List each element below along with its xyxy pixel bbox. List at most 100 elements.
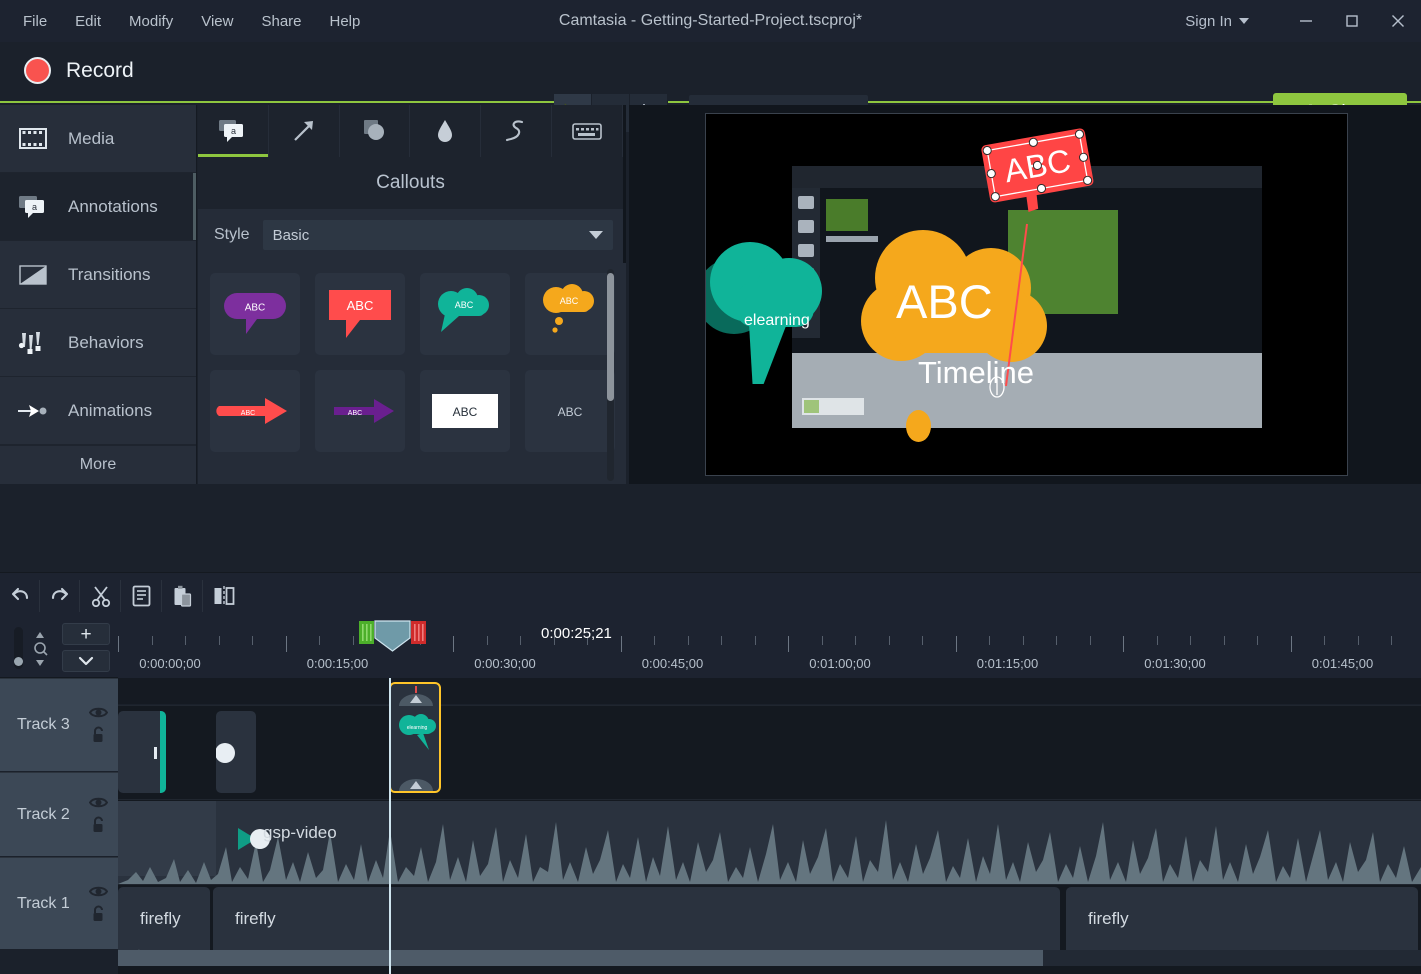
ruler-tick	[520, 636, 521, 645]
ruler-tick	[152, 636, 153, 645]
panel-scrollbar-thumb[interactable]	[607, 273, 614, 401]
style-select[interactable]: Basic	[263, 220, 613, 250]
canvas-label-elearning: elearning	[744, 312, 810, 330]
ruler-tick	[319, 636, 320, 645]
title-bar: File Edit Modify View Share Help Camtasi…	[0, 0, 1421, 42]
ruler-tick	[1358, 636, 1359, 645]
preview-canvas[interactable]: elearning ABC	[705, 113, 1348, 476]
callout-arrow-red[interactable]: ABC	[210, 370, 300, 452]
callout-icon: a	[218, 119, 248, 143]
clip-animation-marker[interactable]	[216, 711, 256, 793]
callout-box-white[interactable]: ABC	[420, 370, 510, 452]
split-button[interactable]	[204, 580, 244, 612]
menu-item-edit[interactable]: Edit	[62, 7, 114, 36]
menu-item-view[interactable]: View	[188, 7, 246, 36]
unlocked-padlock-icon[interactable]	[91, 905, 106, 923]
ruler-label: 0:00:15;00	[307, 656, 368, 671]
track-header-track1[interactable]: Track 1	[0, 857, 118, 949]
sidebar-item-annotations[interactable]: a Annotations	[0, 173, 196, 241]
paste-button[interactable]	[163, 580, 203, 612]
track-height-slider-knob[interactable]	[14, 657, 23, 666]
copy-button[interactable]	[122, 580, 162, 612]
tab-arrows[interactable]	[269, 105, 340, 157]
sidebar-item-animations[interactable]: Animations	[0, 377, 196, 445]
track-lane-3[interactable]: elearning	[118, 705, 1421, 799]
ruler-tick	[353, 636, 354, 645]
tab-callouts[interactable]: a	[198, 105, 269, 157]
record-button[interactable]: Record	[12, 52, 146, 89]
sign-in-button[interactable]: Sign In	[1175, 7, 1259, 36]
sidebar-item-label: Media	[68, 129, 114, 149]
callout-rounded-purple[interactable]: ABC	[210, 273, 300, 355]
minimize-button[interactable]	[1283, 0, 1329, 42]
playhead-marker[interactable]	[359, 620, 427, 657]
svg-text:ABC: ABC	[560, 296, 579, 306]
annotation-tabs: a	[198, 105, 623, 157]
undo-button[interactable]	[0, 580, 40, 612]
unlocked-padlock-icon[interactable]	[91, 816, 106, 834]
menu-item-help[interactable]: Help	[317, 7, 374, 36]
playhead-time-label: 0:00:25;21	[541, 625, 612, 642]
tab-blur[interactable]	[410, 105, 481, 157]
eye-icon[interactable]	[89, 796, 108, 809]
ruler-tick	[822, 636, 823, 645]
sidebar-item-behaviors[interactable]: Behaviors	[0, 309, 196, 377]
track-name: Track 2	[0, 806, 70, 824]
track-options-button[interactable]	[62, 650, 110, 672]
menu-item-share[interactable]: Share	[248, 7, 314, 36]
callout-cloud-teal[interactable]: ABC	[420, 273, 510, 355]
canvas-text-cursor-icon	[988, 376, 1006, 398]
timeline-body[interactable]: elearning gsp-video	[118, 678, 1421, 974]
ruler-tick	[688, 636, 689, 645]
timeline-hscrollbar-thumb[interactable]	[118, 950, 1043, 966]
eye-icon[interactable]	[89, 706, 108, 719]
clip-transition-teal[interactable]	[118, 711, 166, 793]
timeline-ruler[interactable]: 0:00:00;000:00:15;000:00:30;000:00:45;00…	[118, 618, 1421, 678]
keyboard-icon	[572, 122, 602, 141]
add-track-button[interactable]: +	[62, 623, 110, 645]
redo-button[interactable]	[40, 580, 80, 612]
callout-thought-gold[interactable]: ABC	[525, 273, 615, 355]
clip-label: firefly	[235, 909, 276, 929]
sidebar-more-button[interactable]: More	[0, 445, 196, 484]
ruler-tick	[654, 636, 655, 645]
close-button[interactable]	[1375, 0, 1421, 42]
timeline-toolbar: − +	[0, 572, 1421, 618]
cut-button[interactable]	[81, 580, 121, 612]
canvas-red-sign-callout[interactable]: ABC	[964, 128, 1114, 233]
ruler-tick	[219, 636, 220, 645]
ruler-tick	[721, 636, 722, 645]
add-track-label: +	[80, 625, 91, 644]
unlocked-padlock-icon[interactable]	[91, 726, 106, 744]
tab-keystroke[interactable]	[552, 105, 623, 157]
track-lane-2[interactable]: gsp-video	[118, 799, 1421, 884]
ruler-tick	[922, 636, 923, 645]
sidebar-item-transitions[interactable]: Transitions	[0, 241, 196, 309]
callout-text-plain[interactable]: ABC	[525, 370, 615, 452]
clip-elearning-callout[interactable]: elearning	[389, 682, 441, 793]
sidebar-item-media[interactable]: Media	[0, 105, 196, 173]
ruler-tick	[1291, 636, 1292, 652]
callout-arrow-purple[interactable]: ABC	[315, 370, 405, 452]
maximize-button[interactable]	[1329, 0, 1375, 42]
eye-icon[interactable]	[89, 885, 108, 898]
clip-gsp-video[interactable]: gsp-video	[118, 801, 1421, 884]
callout-thumbnail-grid: ABC ABC ABC ABC ABC ABC ABC	[198, 263, 626, 484]
clip-label: gsp-video	[263, 823, 337, 843]
svg-text:ABC: ABC	[348, 410, 362, 417]
timeline: + Track 3 Track 2	[0, 618, 1421, 974]
callout-rect-red[interactable]: ABC	[315, 273, 405, 355]
ruler-tick	[118, 636, 119, 652]
svg-text:ABC: ABC	[455, 300, 474, 310]
panel-title: Callouts	[198, 157, 623, 209]
ruler-tick	[453, 636, 454, 652]
track-header-track3[interactable]: Track 3	[0, 678, 118, 771]
menu-item-modify[interactable]: Modify	[116, 7, 186, 36]
ruler-tick	[286, 636, 287, 652]
track-header-track2[interactable]: Track 2	[0, 772, 118, 856]
menu-item-file[interactable]: File	[10, 7, 60, 36]
tab-sketch[interactable]	[481, 105, 552, 157]
ruler-tick	[889, 636, 890, 645]
tab-shapes[interactable]	[340, 105, 411, 157]
canvas-gold-dot-1	[906, 410, 931, 442]
